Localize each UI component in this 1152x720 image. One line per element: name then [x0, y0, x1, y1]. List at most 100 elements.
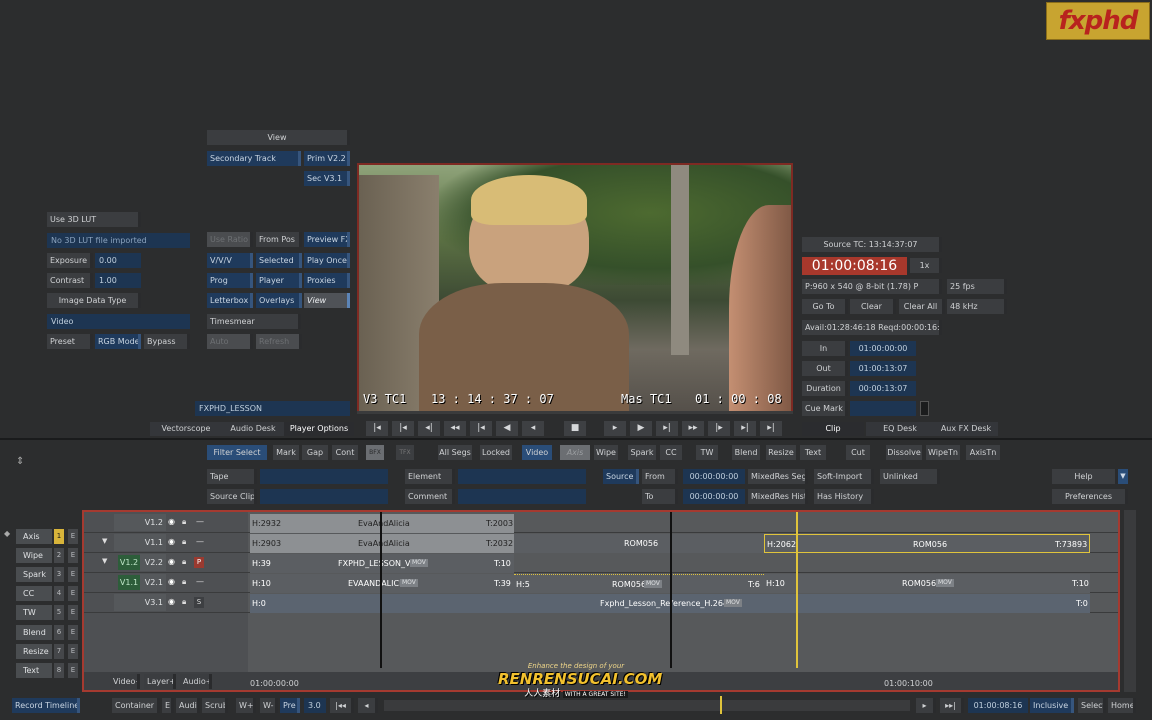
step-back-icon[interactable]: ◂ — [358, 698, 378, 713]
tfx-button[interactable]: TFX — [396, 445, 414, 460]
side-tool-cc[interactable]: CC — [16, 586, 52, 601]
from-pos-button[interactable]: From Pos — [256, 232, 302, 247]
track-expand-icon[interactable]: ▼ — [102, 557, 107, 565]
side-tool-collapse-icon[interactable]: ◆ — [4, 529, 10, 538]
clip-rom056-d[interactable]: H:10 ROM056 MOV T:10 — [764, 574, 1090, 593]
clip-evaandalicia-v2-1[interactable]: H:10 EVAANDALICIA MOV T:39 — [250, 574, 514, 593]
track-mute-icon[interactable]: — — [196, 577, 204, 586]
playhead[interactable] — [796, 512, 798, 668]
track-mute-icon[interactable]: — — [196, 537, 204, 546]
side-tool-blend[interactable]: Blend — [16, 625, 52, 640]
resize-handle-icon[interactable]: ⇕ — [16, 456, 24, 467]
preferences-button[interactable]: Preferences — [1052, 489, 1128, 504]
cont-button[interactable]: Cont — [332, 445, 358, 460]
transport-mark-in-icon[interactable]: |◂ — [392, 421, 414, 436]
bfx-button[interactable]: BFX — [366, 445, 384, 460]
duration-timecode-field[interactable]: 00:00:13:07 — [850, 381, 916, 396]
transport-jog-back-icon[interactable]: ◂ — [522, 421, 544, 436]
selected-button[interactable]: Selected — [256, 253, 302, 268]
element-field[interactable] — [458, 469, 586, 484]
cue-mark-field[interactable] — [850, 401, 916, 416]
cc-button[interactable]: CC — [660, 445, 682, 460]
proxies-button[interactable]: Proxies — [304, 273, 350, 288]
w-minus-button[interactable]: W- — [260, 698, 278, 713]
track-lock-icon[interactable]: 🔒︎ — [182, 517, 186, 527]
video-plus-button[interactable]: Video+ — [110, 674, 140, 689]
unlinked-button[interactable]: Unlinked — [880, 469, 940, 484]
track-secondary-badge[interactable]: S — [194, 597, 204, 608]
clip-fxphd-lesson[interactable]: H:39 FXPHD_LESSON_V2 MOV T:10 — [250, 554, 514, 573]
track-visibility-icon[interactable]: ◉ — [168, 517, 175, 526]
video-button[interactable]: Video — [522, 445, 552, 460]
jump-forward-icon[interactable]: ▸▸| — [940, 698, 964, 713]
track-name-v3-1[interactable]: V3.1 — [114, 594, 166, 611]
wipetn-button[interactable]: WipeTn — [926, 445, 960, 460]
view-header[interactable]: View — [207, 130, 350, 145]
audio-plus-button[interactable]: Audio+ — [180, 674, 212, 689]
jump-back-icon[interactable]: |◂◂ — [330, 698, 354, 713]
out-timecode-field[interactable]: 01:00:13:07 — [850, 361, 916, 376]
wipe-button[interactable]: Wipe — [594, 445, 618, 460]
duration-button[interactable]: Duration — [802, 381, 848, 396]
transport-step-back-icon[interactable]: |◂ — [470, 421, 492, 436]
soft-import-button[interactable]: Soft-Import — [814, 469, 874, 484]
track-name-v1-1[interactable]: V1.1 — [114, 534, 166, 551]
track-expand-icon[interactable]: ▼ — [102, 537, 107, 545]
preview-fx-button[interactable]: Preview FX — [304, 232, 350, 247]
bypass-button[interactable]: Bypass — [144, 334, 190, 349]
secondary-track-button[interactable]: Secondary Track — [207, 151, 301, 166]
transport-first-icon[interactable]: |◂ — [366, 421, 388, 436]
transport-shuttle-back-icon[interactable]: ◂◂ — [444, 421, 466, 436]
track-visibility-icon[interactable]: ◉ — [168, 577, 175, 586]
transport-jog-forward-icon[interactable]: ▸ — [604, 421, 626, 436]
track-row[interactable]: ▼ V1.1 ◉ 🔒︎ — H:2903 EvaAndAlicia T:2032… — [84, 534, 1118, 553]
play-once-button[interactable]: Play Once — [304, 253, 350, 268]
rgb-mode-button[interactable]: RGB Mode — [95, 334, 141, 349]
track-name-v2-1[interactable]: V2.1 — [140, 574, 166, 591]
player-button[interactable]: Player — [256, 273, 302, 288]
out-button[interactable]: Out — [802, 361, 848, 376]
locked-button[interactable]: Locked — [480, 445, 512, 460]
layer-plus-button[interactable]: Layer+ — [144, 674, 176, 689]
track-lock-icon[interactable]: 🔒︎ — [182, 577, 186, 587]
side-tool-spark-edit[interactable]: E — [68, 567, 78, 582]
side-tool-wipe[interactable]: Wipe — [16, 548, 52, 563]
side-tool-spark-number[interactable]: 3 — [54, 567, 64, 582]
side-tool-cc-edit[interactable]: E — [68, 586, 78, 601]
letterbox-button[interactable]: Letterbox — [207, 293, 253, 308]
all-segs-button[interactable]: All Segs — [438, 445, 472, 460]
transport-play-reverse-icon[interactable]: ◀ — [496, 421, 518, 436]
select-button[interactable]: Select — [1078, 698, 1106, 713]
w-plus-button[interactable]: W+ — [236, 698, 256, 713]
bottom-scrub-position[interactable] — [720, 696, 722, 714]
filter-select-button[interactable]: Filter Select — [207, 445, 267, 460]
track-primary-badge[interactable]: P — [194, 557, 204, 568]
track-lead-v1-2[interactable]: V1.2 — [118, 555, 140, 570]
spark-button[interactable]: Spark — [628, 445, 656, 460]
side-tool-blend-edit[interactable]: E — [68, 625, 78, 640]
contrast-field[interactable]: 1.00 — [95, 273, 141, 288]
blend-button[interactable]: Blend — [732, 445, 760, 460]
refresh-button[interactable]: Refresh — [256, 334, 302, 349]
record-timecode[interactable]: 01:00:08:16 — [802, 257, 907, 275]
prim-track-button[interactable]: Prim V2.2 — [304, 151, 350, 166]
side-tool-text-edit[interactable]: E — [68, 663, 78, 678]
track-mute-icon[interactable]: — — [196, 517, 204, 526]
cue-mark-button[interactable]: Cue Mark — [802, 401, 848, 416]
prog-button[interactable]: Prog — [207, 273, 253, 288]
track-visibility-icon[interactable]: ◉ — [168, 597, 175, 606]
view-mode-button[interactable]: View — [304, 293, 350, 308]
clip-rom056-a[interactable]: ROM056 — [514, 534, 764, 553]
sec-track-button[interactable]: Sec V3.1 — [304, 171, 350, 186]
tab-aux-fx-desk[interactable]: Aux FX Desk — [934, 422, 998, 436]
player-viewport[interactable]: V3 TC1 13 : 14 : 37 : 07 Mas TC1 01 : 00… — [357, 163, 793, 413]
tape-field[interactable] — [260, 469, 388, 484]
viewer-scrub-bar[interactable] — [357, 411, 793, 414]
tab-audio-desk[interactable]: Audio Desk — [222, 422, 284, 436]
transport-prev-edit-icon[interactable]: ◂| — [418, 421, 440, 436]
bottom-timecode-field[interactable]: 01:00:08:16 — [968, 698, 1028, 713]
side-tool-blend-number[interactable]: 6 — [54, 625, 64, 640]
dissolve-button[interactable]: Dissolve — [886, 445, 922, 460]
track-row[interactable]: V3.1 ◉ 🔒︎ S H:0 Fxphd_Lesson_Reference_H… — [84, 594, 1118, 613]
tab-clip[interactable]: Clip — [802, 422, 864, 436]
